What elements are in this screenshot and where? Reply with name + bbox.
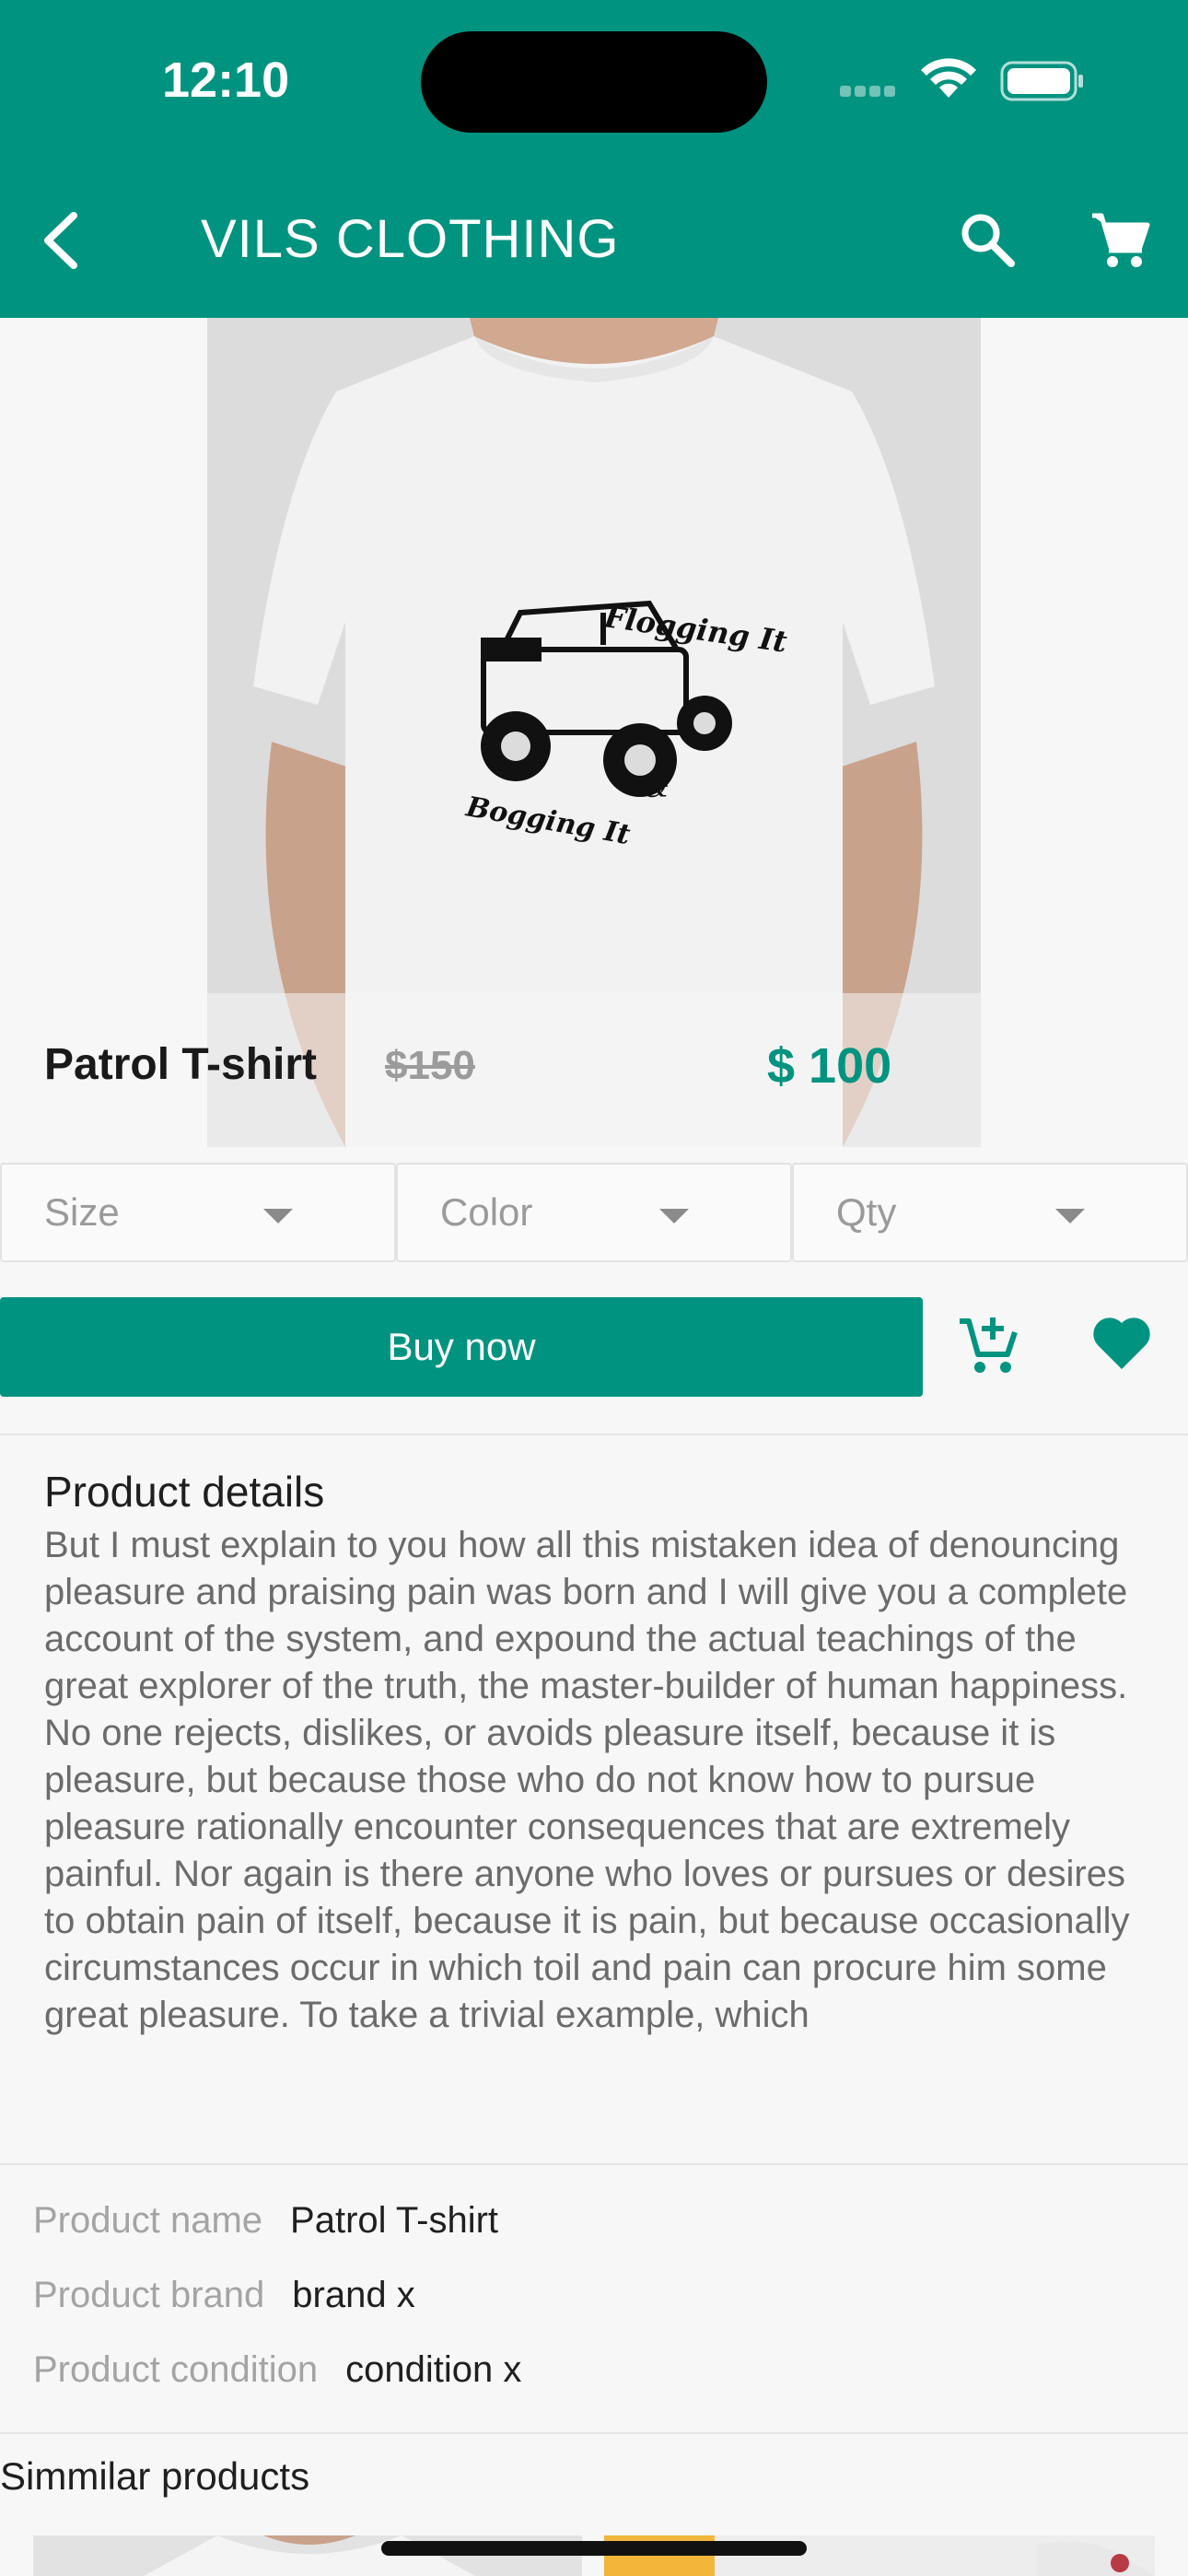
spec-value: condition x (345, 2349, 522, 2390)
heart-icon[interactable] (1090, 1312, 1153, 1375)
spec-row-name: Product name Patrol T-shirt (33, 2200, 498, 2242)
dynamic-island (421, 31, 767, 133)
app-title: VILS CLOTHING (201, 209, 620, 269)
details-title: Product details (44, 1468, 325, 1516)
product-title-row: Patrol T-shirt $150 $ 100 (44, 1038, 1149, 1104)
chevron-down-icon (1055, 1209, 1085, 1224)
qty-dropdown-label: Qty (836, 1190, 897, 1234)
home-indicator[interactable] (381, 2541, 807, 2556)
divider (0, 1434, 1188, 1435)
spec-row-condition: Product condition condition x (33, 2349, 521, 2391)
cart-icon[interactable] (1090, 210, 1151, 269)
old-price: $150 (385, 1043, 475, 1088)
search-icon[interactable] (958, 210, 1017, 269)
current-price: $ 100 (767, 1038, 892, 1094)
add-to-cart-icon[interactable] (956, 1312, 1020, 1376)
size-dropdown-label: Size (44, 1190, 120, 1234)
battery-icon (1000, 61, 1083, 101)
back-arrow-icon[interactable] (35, 208, 90, 273)
spec-row-brand: Product brand brand x (33, 2275, 415, 2316)
spec-value: brand x (292, 2275, 415, 2315)
details-description: But I must explain to you how all this m… (44, 1525, 1130, 2035)
buy-now-button[interactable]: Buy now (0, 1297, 923, 1397)
product-name: Patrol T-shirt (44, 1040, 318, 1089)
status-time: 12:10 (162, 53, 290, 108)
wifi-icon (921, 58, 976, 98)
color-dropdown[interactable]: Color (396, 1163, 792, 1262)
chevron-down-icon (263, 1209, 293, 1224)
cellular-signal-icon (840, 85, 899, 101)
shirt-print-amp: & (645, 772, 670, 804)
spec-key: Product name (33, 2200, 263, 2241)
chevron-down-icon (659, 1209, 689, 1224)
qty-dropdown[interactable]: Qty (792, 1163, 1188, 1262)
app-header: 12:10 VILS CLOTHING (0, 0, 1188, 318)
divider (0, 2432, 1188, 2434)
color-dropdown-label: Color (440, 1190, 533, 1234)
spec-key: Product condition (33, 2349, 319, 2390)
similar-products-title: Simmilar products (0, 2454, 310, 2498)
size-dropdown[interactable]: Size (0, 1163, 396, 1262)
spec-key: Product brand (33, 2275, 265, 2315)
divider (0, 2163, 1188, 2165)
spec-value: Patrol T-shirt (290, 2200, 499, 2241)
